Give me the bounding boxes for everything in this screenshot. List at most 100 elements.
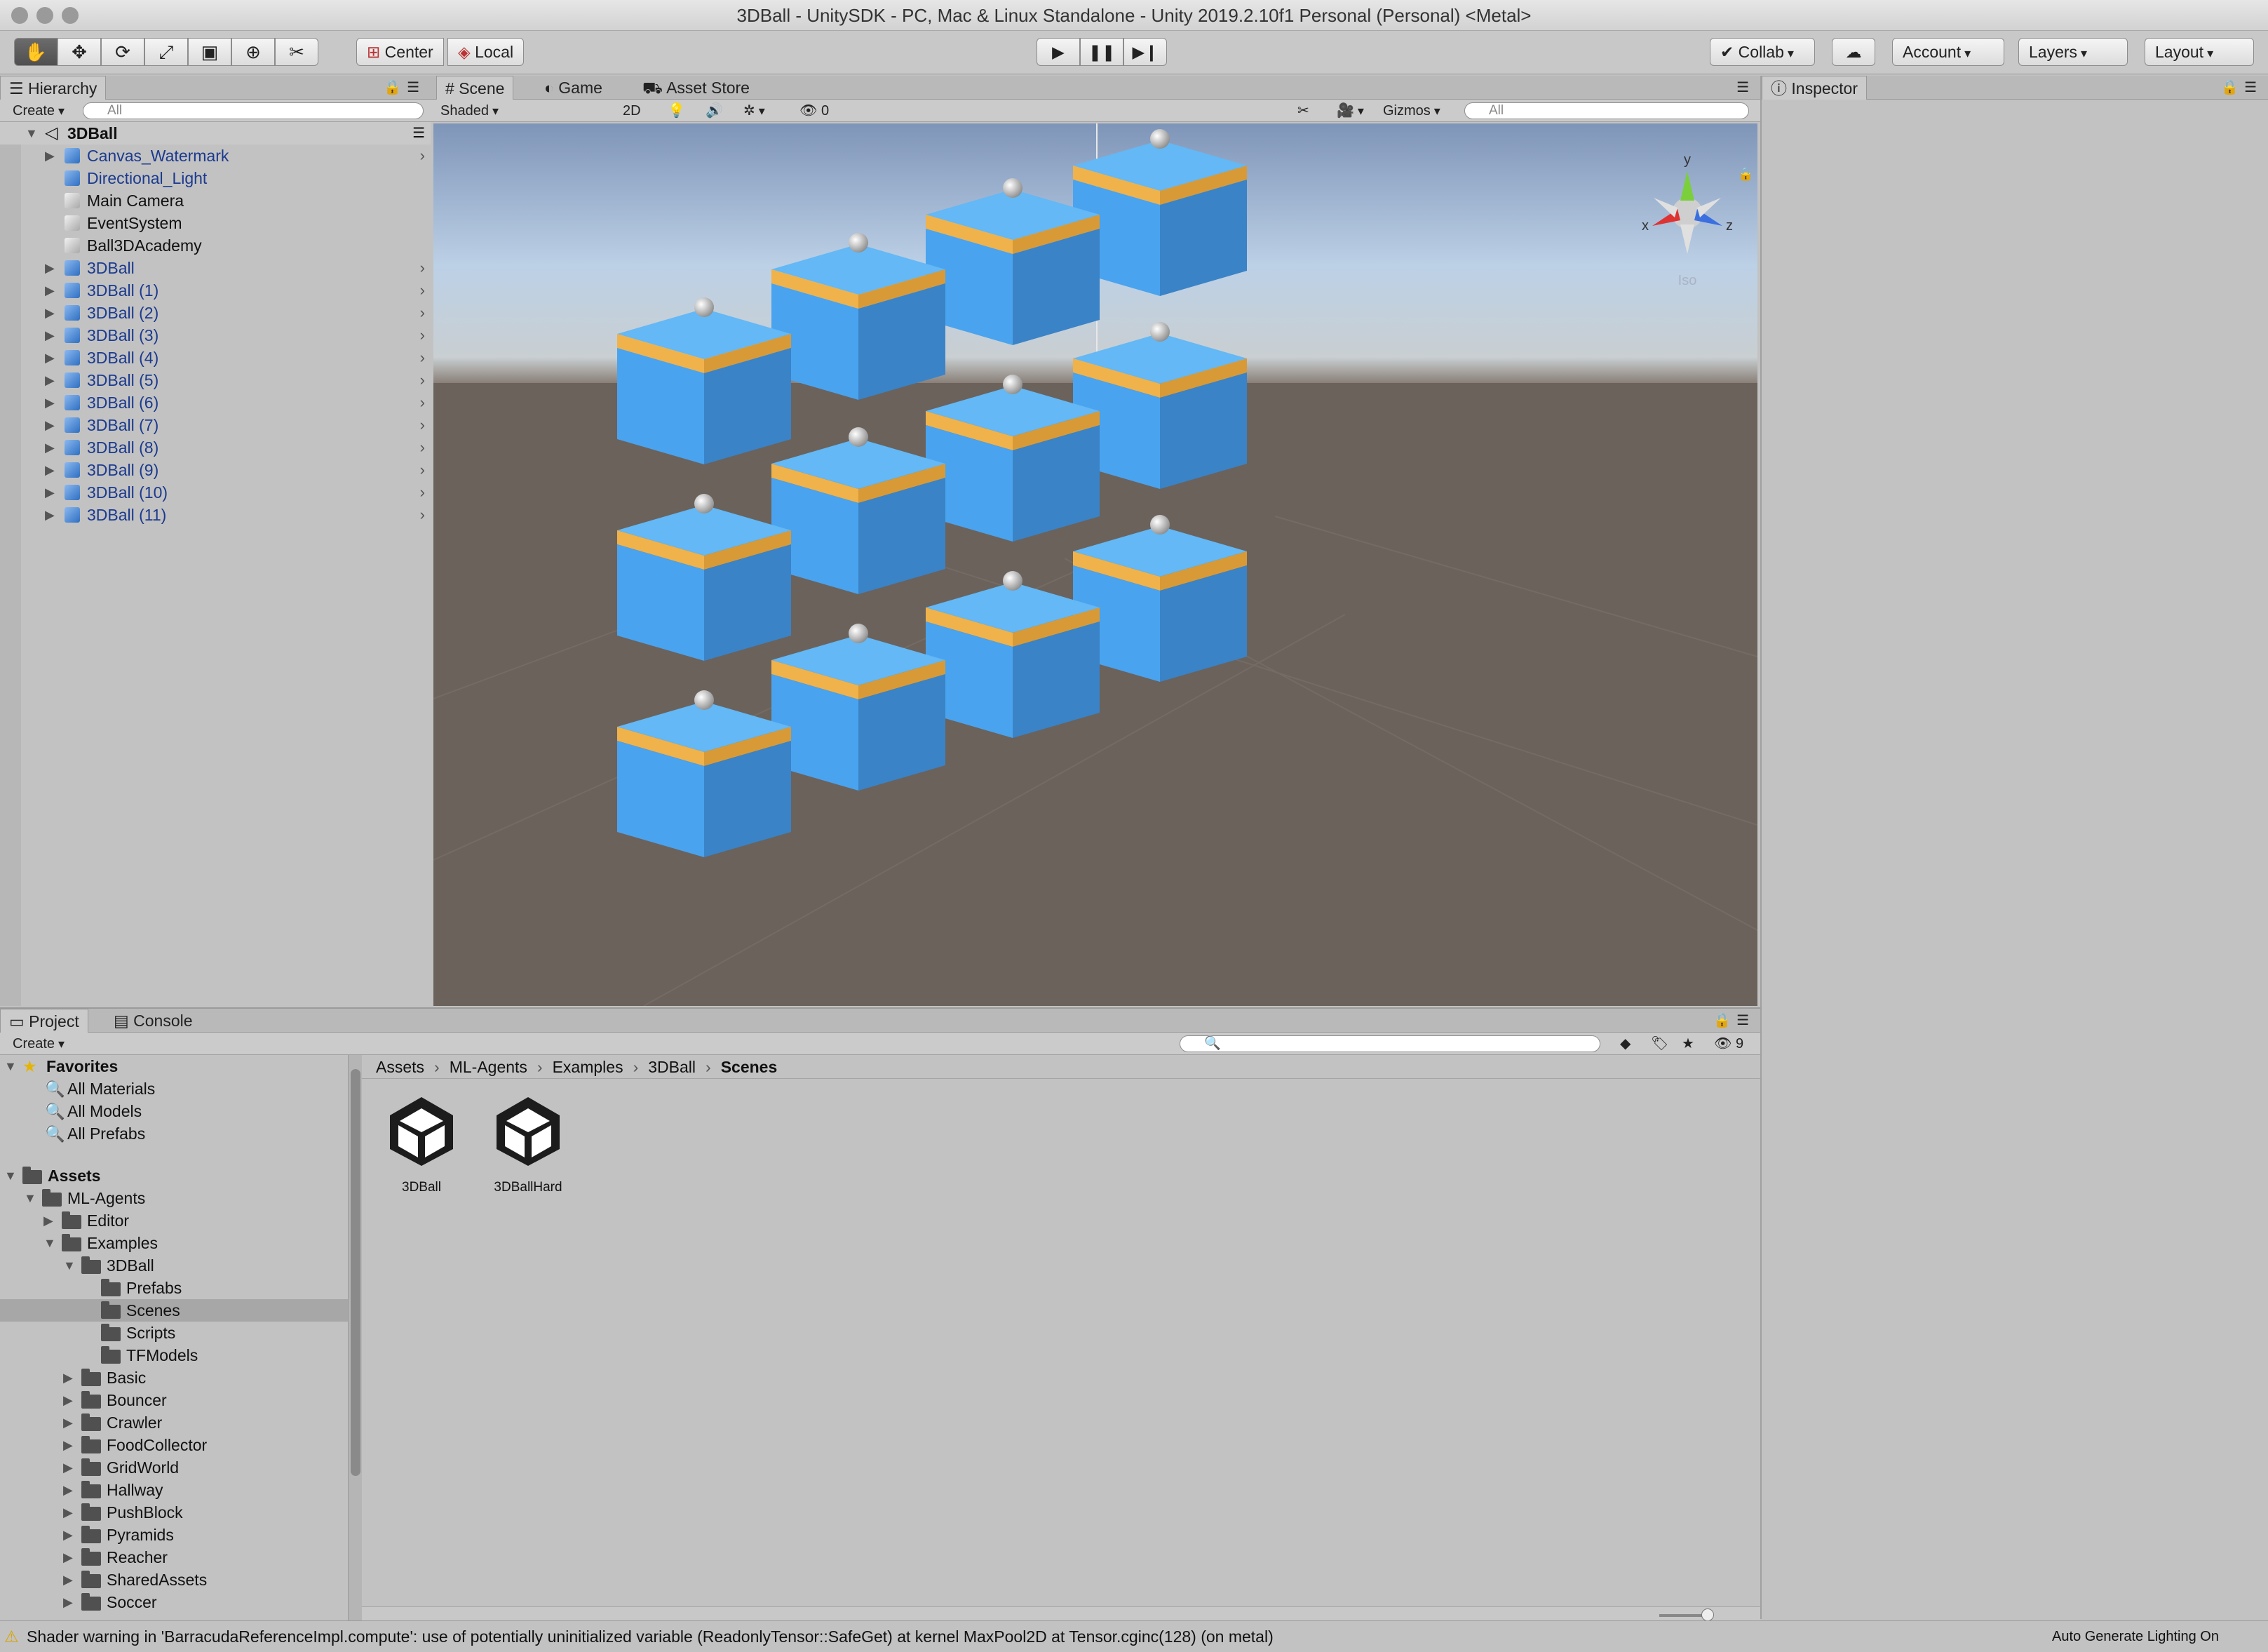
hierarchy-item[interactable]: ▶ 3DBall (2) › [0,302,431,324]
chevron-right-icon[interactable]: › [420,504,425,526]
filter-label-button[interactable]: 🏷 [1645,1035,1674,1053]
expand-triangle-icon[interactable]: ▶ [45,279,55,302]
expand-triangle-icon[interactable]: ▶ [63,1456,73,1479]
tree-item[interactable]: TFModels [0,1344,348,1366]
scene-tools-button[interactable]: ✂ [1292,102,1315,120]
hierarchy-item[interactable]: ▶ 3DBall (9) › [0,459,431,481]
favorite-item[interactable]: 🔍 All Prefabs [0,1122,348,1145]
tab-asset-store[interactable]: ⛟ Asset Store [634,76,758,100]
tree-item[interactable]: ▼ Assets [0,1164,348,1187]
gizmo-projection-label[interactable]: Iso [1678,273,1697,288]
scene-menu-icon[interactable]: ☰ [1728,76,1757,100]
transform-tool-button[interactable]: ⊕ [231,38,275,66]
step-button[interactable]: ▶❙ [1123,38,1167,66]
hierarchy-item[interactable]: ▶ 3DBall (6) › [0,391,431,414]
expand-triangle-icon[interactable]: ▶ [63,1501,73,1524]
hierarchy-item[interactable]: ▶ 3DBall (8) › [0,436,431,459]
hierarchy-item[interactable]: ▶ Canvas_Watermark › [0,145,431,167]
ball[interactable] [849,233,868,253]
expand-triangle-icon[interactable]: ▶ [43,1209,53,1232]
tree-item[interactable]: ▶ Basic [0,1366,348,1389]
panel-menu-icon[interactable]: ☰ [398,76,428,100]
hierarchy-item[interactable]: Main Camera [0,189,431,212]
scale-tool-button[interactable]: ⤢ [144,38,188,66]
chevron-right-icon[interactable]: › [420,324,425,347]
expand-triangle-icon[interactable]: ▶ [63,1569,73,1591]
tree-item[interactable]: Scripts [0,1322,348,1344]
status-message[interactable]: Shader warning in 'BarracudaReferenceImp… [27,1621,1274,1652]
rect-tool-button[interactable]: ▣ [188,38,231,66]
layers-dropdown[interactable]: Layers [2018,38,2128,66]
expand-triangle-icon[interactable]: ▶ [45,347,55,369]
breadcrumb-item[interactable]: ML-Agents [450,1058,527,1076]
hierarchy-item[interactable]: ▶ 3DBall (7) › [0,414,431,436]
ball[interactable] [1003,571,1022,591]
gizmo-lock-icon[interactable]: 🔒 [1738,167,1753,181]
expand-triangle-icon[interactable]: ▶ [63,1434,73,1456]
tree-item[interactable]: ▶ Bouncer [0,1389,348,1411]
gizmos-dropdown[interactable]: Gizmos [1377,102,1446,120]
tab-project[interactable]: ▭ Project [0,1009,88,1033]
breadcrumb-item[interactable]: 3DBall [648,1058,696,1076]
tree-item[interactable]: ▶ PushBlock [0,1501,348,1524]
chevron-right-icon[interactable]: › [420,481,425,504]
favorites-row[interactable]: ▼ ★ Favorites [0,1055,348,1077]
close-window-button[interactable] [11,7,28,24]
layout-dropdown[interactable]: Layout [2145,38,2254,66]
hierarchy-item[interactable]: ▶ 3DBall (10) › [0,481,431,504]
chevron-right-icon[interactable]: › [420,347,425,369]
custom-tool-button[interactable]: ✂ [275,38,318,66]
tree-item-selected[interactable]: Scenes [0,1299,348,1322]
chevron-right-icon[interactable]: › [420,145,425,167]
hierarchy-item[interactable]: ▶ 3DBall › [0,257,431,279]
expand-triangle-icon[interactable]: ▶ [63,1524,73,1546]
chevron-right-icon[interactable]: › [420,459,425,481]
icon-size-slider-handle[interactable] [1701,1609,1714,1621]
lighting-toggle[interactable]: 💡 [662,102,691,120]
hierarchy-item[interactable]: Directional_Light [0,167,431,189]
hidden-packages-button[interactable]: 👁 9 [1708,1035,1749,1053]
ball[interactable] [694,690,714,710]
hierarchy-search-input[interactable]: All [83,102,424,119]
tree-item[interactable]: ▶ Soccer [0,1591,348,1613]
zoom-window-button[interactable] [62,7,79,24]
hierarchy-item[interactable]: ▶ 3DBall (5) › [0,369,431,391]
tree-item[interactable]: ▶ Hallway [0,1479,348,1501]
shading-mode-dropdown[interactable]: Shaded [435,102,603,120]
scene-view[interactable]: y x z Iso 🔒 [433,123,1757,1006]
pivot-center-button[interactable]: ⊞ Center [356,38,444,66]
favorite-item[interactable]: 🔍 All Materials [0,1077,348,1100]
tab-game[interactable]: ◐ Game [536,76,611,100]
expand-triangle-icon[interactable]: ▶ [45,504,55,526]
tree-item[interactable]: ▶ GridWorld [0,1456,348,1479]
hierarchy-item[interactable]: Ball3DAcademy [0,234,431,257]
chevron-right-icon[interactable]: › [420,391,425,414]
ball[interactable] [1003,178,1022,198]
ball[interactable] [1150,129,1170,149]
favorite-item[interactable]: 🔍 All Models [0,1100,348,1122]
tree-item[interactable]: ▼ Examples [0,1232,348,1254]
expand-triangle-icon[interactable]: ▶ [45,391,55,414]
scene-menu-icon[interactable]: ☰ [412,122,425,145]
expand-triangle-icon[interactable]: ▼ [63,1254,76,1277]
expand-triangle-icon[interactable]: ▶ [45,414,55,436]
breadcrumb-item[interactable]: Assets [376,1058,424,1076]
tab-scene[interactable]: # Scene [436,76,514,100]
hidden-objects-toggle[interactable]: 👁 0 [794,102,835,120]
tree-item[interactable]: ▶ SharedAssets [0,1569,348,1591]
expand-triangle-icon[interactable]: ▶ [63,1411,73,1434]
expand-triangle-icon[interactable]: ▶ [63,1591,73,1613]
tree-item[interactable]: Prefabs [0,1277,348,1299]
tree-scrollbar[interactable] [348,1055,362,1622]
chevron-right-icon[interactable]: › [420,302,425,324]
panel-menu-icon[interactable]: ☰ [2236,76,2265,100]
minimize-window-button[interactable] [36,7,53,24]
tab-console[interactable]: ▤ Console [105,1009,201,1033]
tree-item[interactable]: ▶ FoodCollector [0,1434,348,1456]
rotate-tool-button[interactable]: ⟳ [101,38,144,66]
expand-triangle-icon[interactable]: ▶ [45,302,55,324]
expand-triangle-icon[interactable]: ▶ [63,1366,73,1389]
move-tool-button[interactable]: ✥ [58,38,101,66]
tab-inspector[interactable]: ⓘ Inspector [1762,76,1867,100]
hierarchy-item[interactable]: ▶ 3DBall (4) › [0,347,431,369]
